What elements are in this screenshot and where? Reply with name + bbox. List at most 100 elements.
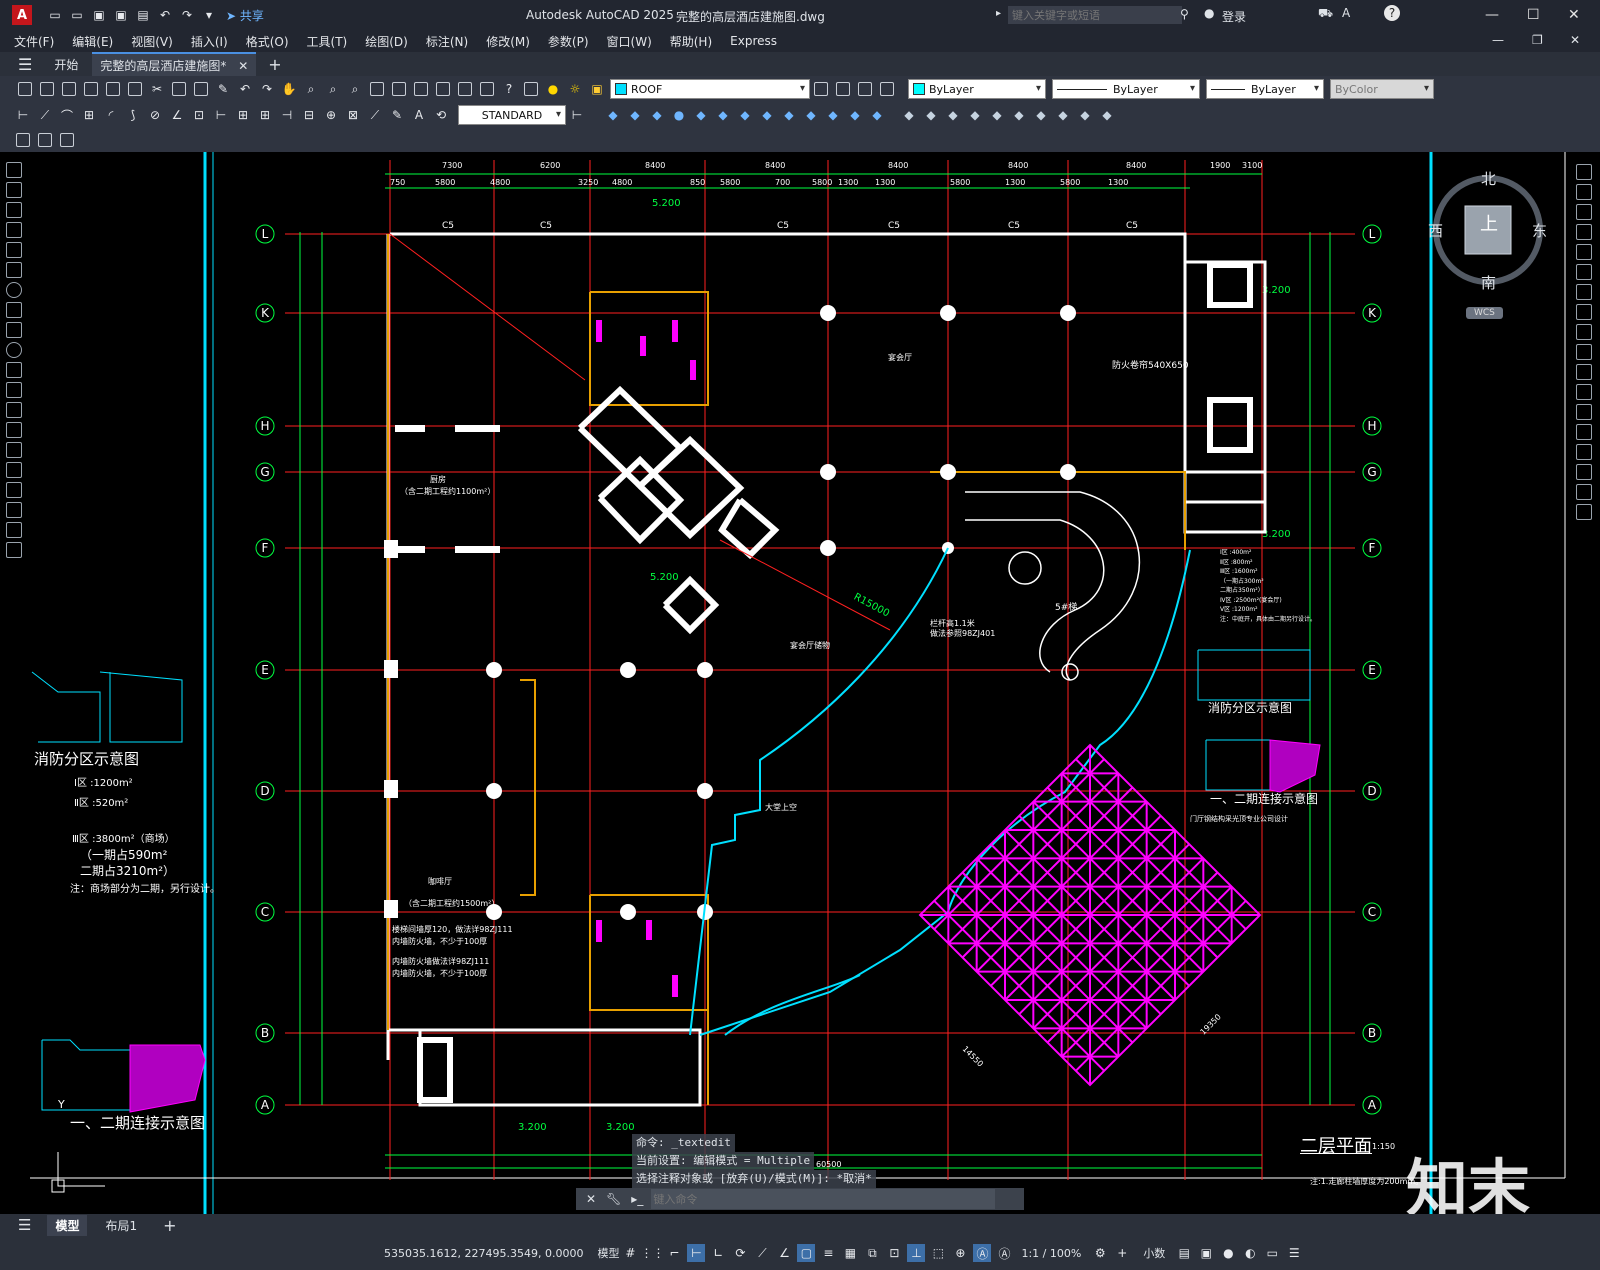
line-icon[interactable] <box>6 162 22 178</box>
tab-start[interactable]: 开始 <box>54 56 78 73</box>
3dalign-icon[interactable]: ◆ <box>1010 106 1028 124</box>
new-file-icon[interactable]: ▭ <box>46 6 64 24</box>
cut-icon[interactable]: ✂ <box>148 80 166 98</box>
dim-text-edit-icon[interactable]: A <box>410 106 428 124</box>
3d-osnap-icon[interactable]: ⊡ <box>885 1244 903 1262</box>
fillet-icon[interactable] <box>1576 464 1592 480</box>
dim-aligned-icon[interactable]: ⟋ <box>36 106 54 124</box>
layer-previous-icon[interactable] <box>834 80 852 98</box>
rotate-icon[interactable] <box>1576 284 1592 300</box>
pan-icon[interactable]: ✋ <box>280 80 298 98</box>
mtext-icon[interactable] <box>6 522 22 538</box>
command-input[interactable] <box>651 1189 996 1209</box>
markup-icon[interactable] <box>456 80 474 98</box>
sun-icon[interactable]: ☼ <box>566 80 584 98</box>
model-space-button[interactable]: 模型 <box>597 1245 619 1261</box>
hamburger-menu-icon[interactable]: ☰ <box>18 55 32 74</box>
menu-file[interactable]: 文件(F) <box>14 33 54 50</box>
search-icon[interactable]: ⚲ <box>1180 7 1189 21</box>
dim-space-icon[interactable]: ⊞ <box>256 106 274 124</box>
move-icon[interactable] <box>1576 264 1592 280</box>
coordinates-readout[interactable]: 535035.1612, 227495.3549, 0.0000 <box>384 1247 583 1260</box>
revcloud-icon[interactable] <box>6 302 22 318</box>
viewcube-west[interactable]: 西 <box>1428 220 1443 241</box>
3darray-icon[interactable]: ◆ <box>1032 106 1050 124</box>
blend-icon[interactable] <box>1576 484 1592 500</box>
design-center-icon[interactable] <box>390 80 408 98</box>
stretch-icon[interactable] <box>1576 324 1592 340</box>
sheet-set-icon[interactable] <box>434 80 452 98</box>
layer-iso-icon[interactable] <box>878 80 896 98</box>
union-icon[interactable]: ◆ <box>900 106 918 124</box>
dim-ordinate-icon[interactable]: ⊞ <box>80 106 98 124</box>
dim-jogged-icon[interactable]: ⟆ <box>124 106 142 124</box>
tolerance-icon[interactable]: ⊟ <box>300 106 318 124</box>
menu-dimension[interactable]: 标注(N) <box>426 33 468 50</box>
dim-break-icon[interactable]: ⊣ <box>278 106 296 124</box>
zoom-realtime-icon[interactable]: ⌕ <box>302 80 320 98</box>
menu-format[interactable]: 格式(O) <box>246 33 289 50</box>
section-icon[interactable]: ◆ <box>1076 106 1094 124</box>
flatshot-icon[interactable]: ◆ <box>1098 106 1116 124</box>
3dmove-icon[interactable]: ◆ <box>966 106 984 124</box>
publish-icon[interactable] <box>126 80 144 98</box>
arc-icon[interactable] <box>6 262 22 278</box>
layer-dropdown[interactable]: ROOF ▾ <box>610 79 810 99</box>
menu-modify[interactable]: 修改(M) <box>486 33 530 50</box>
copy-object-icon[interactable] <box>1576 184 1592 200</box>
jogged-linear-icon[interactable]: ⟋ <box>366 106 384 124</box>
plot-icon[interactable]: ▤ <box>134 6 152 24</box>
paste-icon[interactable] <box>192 80 210 98</box>
scale-icon[interactable] <box>1576 304 1592 320</box>
planar-surface-icon[interactable]: ◆ <box>758 106 776 124</box>
share-button[interactable]: ➤ 共享 <box>226 7 264 24</box>
undo-icon[interactable]: ↶ <box>156 6 174 24</box>
bulb-icon[interactable]: ● <box>544 80 562 98</box>
cylinder-icon[interactable]: ◆ <box>692 106 710 124</box>
quick-dim-icon[interactable]: ⊡ <box>190 106 208 124</box>
menu-view[interactable]: 视图(V) <box>131 33 173 50</box>
annotation-visibility-icon[interactable]: Ⓐ <box>973 1244 992 1262</box>
circle-icon[interactable] <box>6 282 22 298</box>
polar-icon[interactable]: ⟳ <box>731 1244 749 1262</box>
insert-block-tool-icon[interactable] <box>6 382 22 398</box>
copy-icon[interactable] <box>170 80 188 98</box>
graphics-performance-icon[interactable]: ◐ <box>1241 1244 1259 1262</box>
tab-layout1[interactable]: 布局1 <box>97 1215 145 1236</box>
polygon-icon[interactable] <box>6 222 22 238</box>
menu-tools[interactable]: 工具(T) <box>307 33 348 50</box>
pyramid-icon[interactable]: ◆ <box>736 106 754 124</box>
maximize-icon[interactable]: ☐ <box>1527 7 1540 23</box>
chamfer-icon[interactable] <box>1576 444 1592 460</box>
sweep-icon[interactable]: ◆ <box>824 106 842 124</box>
selection-cycling-icon[interactable]: ⧉ <box>863 1244 881 1262</box>
menu-draw[interactable]: 绘图(D) <box>365 33 408 50</box>
layer-state-icon[interactable] <box>856 80 874 98</box>
drawing-canvas[interactable]: L L K K H H G G F F E E D D C C B B A A 7300 6200 8400 8400 840… <box>0 152 1600 1214</box>
quick-properties-icon[interactable]: ▤ <box>1175 1244 1193 1262</box>
annotation-monitor-icon[interactable]: + <box>1113 1244 1131 1262</box>
save-as-icon[interactable]: ▣ <box>112 6 130 24</box>
command-close-icon[interactable]: ✕ <box>586 1192 596 1206</box>
layout-menu-icon[interactable]: ☰ <box>18 1216 31 1234</box>
dynamic-input-icon[interactable]: ⊢ <box>687 1244 706 1262</box>
ortho-icon[interactable]: ∟ <box>709 1244 727 1262</box>
user-icon[interactable]: ● <box>1204 6 1214 20</box>
lock-ui-icon[interactable]: ▣ <box>1197 1244 1215 1262</box>
extrude-icon[interactable]: ◆ <box>780 106 798 124</box>
wcs-button[interactable]: WCS <box>1466 307 1503 319</box>
units-display[interactable]: 小数 <box>1143 1245 1165 1261</box>
command-wrench-icon[interactable]: 🔧︎ <box>606 1192 621 1206</box>
layer-properties-icon[interactable] <box>522 80 540 98</box>
box-icon[interactable]: ◆ <box>604 106 622 124</box>
cone-icon[interactable]: ◆ <box>648 106 666 124</box>
command-input-bar[interactable]: ✕ 🔧︎ ▸_ <box>576 1188 1024 1210</box>
model-viewport[interactable]: L L K K H H G G F F E E D D C C B B A A 7300 6200 8400 8400 840… <box>0 152 1600 1246</box>
autodesk-icon[interactable]: A <box>1342 6 1350 20</box>
plotstyle-dropdown[interactable]: ByColor ▾ <box>1330 79 1434 99</box>
osnap-tracking-icon[interactable]: ∠ <box>775 1244 793 1262</box>
tab-model[interactable]: 模型 <box>47 1214 88 1236</box>
save-icon[interactable]: ▣ <box>90 6 108 24</box>
close-icon[interactable]: ✕ <box>1568 7 1580 23</box>
3drotate-icon[interactable]: ◆ <box>988 106 1006 124</box>
